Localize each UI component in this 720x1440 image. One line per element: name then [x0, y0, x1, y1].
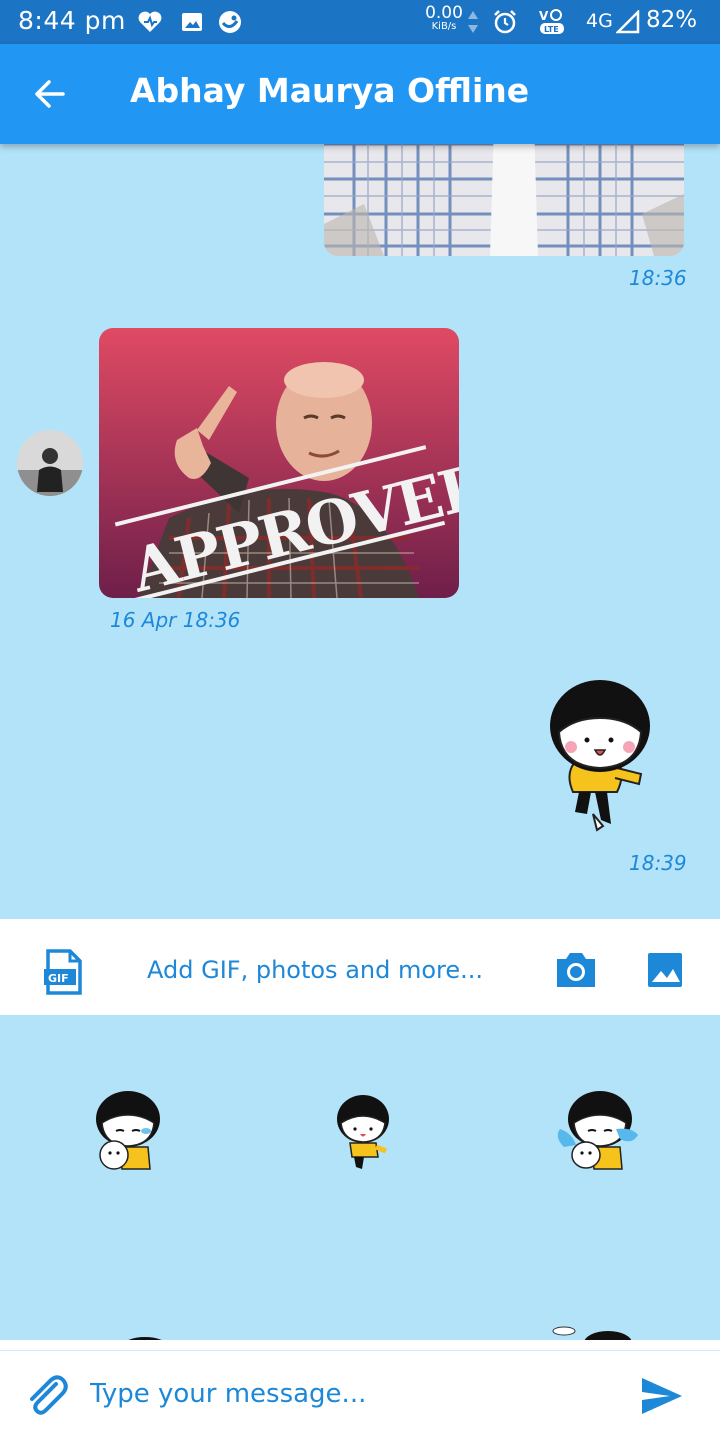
- attach-media-label[interactable]: Add GIF, photos and more...: [147, 956, 483, 984]
- image-icon: [648, 953, 682, 987]
- contact-avatar[interactable]: [17, 430, 83, 496]
- approved-meme-image: APPROVED: [99, 328, 459, 598]
- sent-sticker-message[interactable]: [545, 674, 655, 834]
- chat-messages[interactable]: 18:36 APPROVED 16 Apr 18:36 18:39: [0, 144, 720, 919]
- attachment-bar: GIF Add GIF, photos and more...: [0, 919, 720, 1015]
- sticker-panel[interactable]: [10, 1015, 711, 1340]
- gif-icon: GIF: [44, 949, 82, 995]
- app-bar: Abhay Maurya Offline: [0, 44, 720, 144]
- gallery-notification-icon: [178, 8, 206, 36]
- sticker-option[interactable]: [92, 1089, 164, 1173]
- message-timestamp: 18:39: [629, 851, 687, 875]
- sticker-option[interactable]: [332, 1333, 382, 1340]
- data-arrows-icon: [466, 8, 480, 36]
- sticker-option[interactable]: [334, 1093, 392, 1173]
- sticker-option[interactable]: [550, 1325, 640, 1340]
- network-speed: 0.00 KiB/s: [425, 3, 463, 32]
- sticker-option[interactable]: [550, 1089, 642, 1173]
- received-image-message[interactable]: APPROVED: [99, 328, 459, 598]
- composer-divider: [0, 1350, 720, 1351]
- photo-image: [324, 144, 684, 256]
- camera-button[interactable]: [553, 947, 599, 993]
- svg-text:LTE: LTE: [544, 25, 559, 34]
- battery-level: 82%: [646, 7, 698, 33]
- girl-sticker-partial-icon: [552, 1326, 632, 1340]
- arrow-left-icon: [35, 80, 65, 108]
- sticker-option[interactable]: [120, 1331, 170, 1340]
- message-input[interactable]: [90, 1370, 610, 1418]
- alarm-icon: [491, 8, 519, 36]
- svg-text:V: V: [539, 9, 549, 23]
- send-button[interactable]: [638, 1372, 686, 1420]
- girl-crying-sticker-icon: [557, 1091, 638, 1170]
- chat-title: Abhay Maurya Offline: [130, 71, 530, 110]
- attach-button[interactable]: [22, 1370, 70, 1418]
- heart-icon: [136, 8, 164, 36]
- svg-text:GIF: GIF: [48, 972, 69, 985]
- status-time: 8:44 pm: [18, 6, 126, 35]
- girl-sticker-image: [550, 680, 650, 832]
- paperclip-icon: [30, 1375, 68, 1415]
- app-notification-icon: [216, 8, 244, 36]
- camera-icon: [557, 953, 595, 987]
- volte-icon: V LTE: [536, 8, 568, 36]
- gallery-button[interactable]: [644, 947, 690, 993]
- send-icon: [642, 1378, 682, 1414]
- signal-icon: [614, 8, 642, 36]
- girl-dance-sticker-icon: [337, 1095, 389, 1169]
- message-timestamp: 16 Apr 18:36: [110, 608, 241, 632]
- message-timestamp: 18:36: [629, 266, 687, 290]
- girl-hug-cat-sticker-icon: [96, 1091, 160, 1170]
- status-bar: 8:44 pm 0.00 KiB/s V LTE 4G 82%: [0, 0, 720, 44]
- message-composer: [0, 1340, 720, 1440]
- network-type: 4G: [586, 10, 613, 32]
- back-button[interactable]: [22, 66, 78, 122]
- sent-photo-message[interactable]: [324, 144, 684, 256]
- gif-button[interactable]: GIF: [40, 949, 86, 995]
